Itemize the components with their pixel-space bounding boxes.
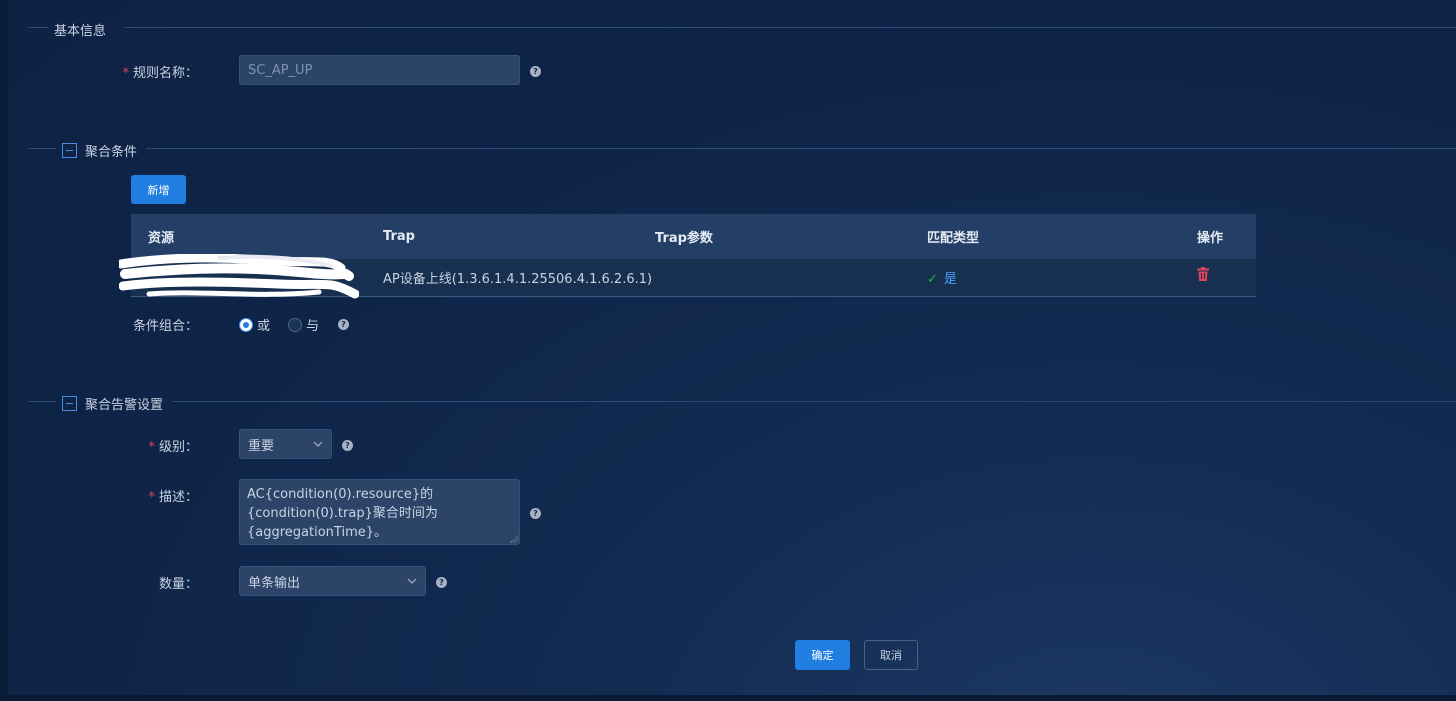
header-resource: 资源: [148, 231, 175, 246]
level-value: 重要: [248, 438, 275, 454]
header-match-type: 匹配类型: [927, 231, 980, 246]
trash-icon[interactable]: [1197, 267, 1209, 281]
count-label: 数量：: [158, 577, 198, 592]
match-value: 是: [943, 272, 957, 287]
section-conditions-title[interactable]: 聚合条件: [62, 141, 137, 160]
rule-name-label: * 规则名称：: [122, 66, 198, 81]
confirm-button[interactable]: 确定: [795, 640, 850, 670]
description-line: {condition(0).trap}聚合时间为: [247, 506, 438, 521]
collapse-icon[interactable]: [62, 396, 77, 411]
check-icon: ✓: [927, 272, 938, 287]
collapse-icon[interactable]: [62, 143, 77, 158]
chevron-down-icon: [407, 578, 417, 584]
description-textarea[interactable]: AC{condition(0).resource}的 {condition(0)…: [239, 479, 520, 545]
required-mark: *: [148, 490, 155, 505]
conditions-table: 资源 Trap Trap参数 匹配类型 操作 AP设备上线(1.3.6.1.4.…: [119, 214, 1256, 298]
description-label: * 描述：: [148, 490, 198, 505]
help-icon[interactable]: ?: [436, 577, 447, 588]
level-label: * 级别：: [148, 440, 198, 455]
cell-trap: AP设备上线(1.3.6.1.4.1.25506.4.1.6.2.6.1): [383, 272, 653, 287]
section-divider: [28, 27, 48, 28]
section-conditions-label: 聚合条件: [85, 145, 138, 160]
chevron-down-icon: [313, 441, 323, 447]
rule-name-value: SC_AP_UP: [248, 62, 313, 78]
description-line: {aggregationTime}。: [247, 525, 388, 540]
section-basic-label: 基本信息: [54, 24, 107, 39]
level-select[interactable]: 重要: [239, 429, 332, 459]
radio-or[interactable]: [239, 317, 253, 332]
section-divider: [28, 148, 56, 149]
section-alarm-label: 聚合告警设置: [85, 398, 164, 413]
help-icon[interactable]: ?: [338, 319, 349, 330]
section-divider: [28, 401, 56, 402]
help-icon[interactable]: ?: [342, 440, 353, 451]
radio-and[interactable]: [288, 317, 303, 332]
section-divider: [124, 27, 1456, 28]
header-actions: 操作: [1197, 231, 1224, 246]
combo-label: 条件组合：: [132, 319, 198, 334]
table-header: 资源 Trap Trap参数 匹配类型 操作: [131, 214, 1256, 259]
cell-match-type: ✓ 是: [910, 268, 1180, 287]
header-trap: Trap: [383, 229, 415, 244]
section-divider: [146, 148, 1456, 149]
description-line: AC{condition(0).resource}的: [247, 487, 434, 502]
help-icon[interactable]: ?: [530, 66, 541, 77]
count-value: 单条输出: [248, 575, 301, 591]
section-basic-title: 基本信息: [54, 20, 106, 39]
table-row: AP设备上线(1.3.6.1.4.1.25506.4.1.6.2.6.1) ✓ 是: [119, 253, 1256, 298]
add-condition-button[interactable]: 新增: [131, 175, 186, 204]
required-mark: *: [148, 440, 155, 455]
redaction-scribble: [119, 253, 359, 298]
section-alarm-title[interactable]: 聚合告警设置: [62, 394, 163, 413]
required-mark: *: [122, 66, 129, 81]
help-icon[interactable]: ?: [530, 508, 541, 519]
cancel-button[interactable]: 取消: [864, 640, 918, 670]
resize-handle[interactable]: [510, 535, 518, 543]
rule-name-input[interactable]: SC_AP_UP: [239, 55, 520, 85]
section-divider: [172, 401, 1456, 402]
header-trap-params: Trap参数: [655, 231, 713, 246]
count-select[interactable]: 单条输出: [239, 566, 426, 596]
rule-edit-form: 基本信息 * 规则名称： SC_AP_UP ? 聚合条件 新增 资源 Trap T…: [0, 0, 1456, 701]
combo-radio-group: 或 与: [239, 315, 319, 334]
radio-or-label[interactable]: 或: [257, 315, 270, 334]
cell-actions: [1180, 267, 1256, 285]
radio-and-label[interactable]: 与: [306, 315, 319, 334]
